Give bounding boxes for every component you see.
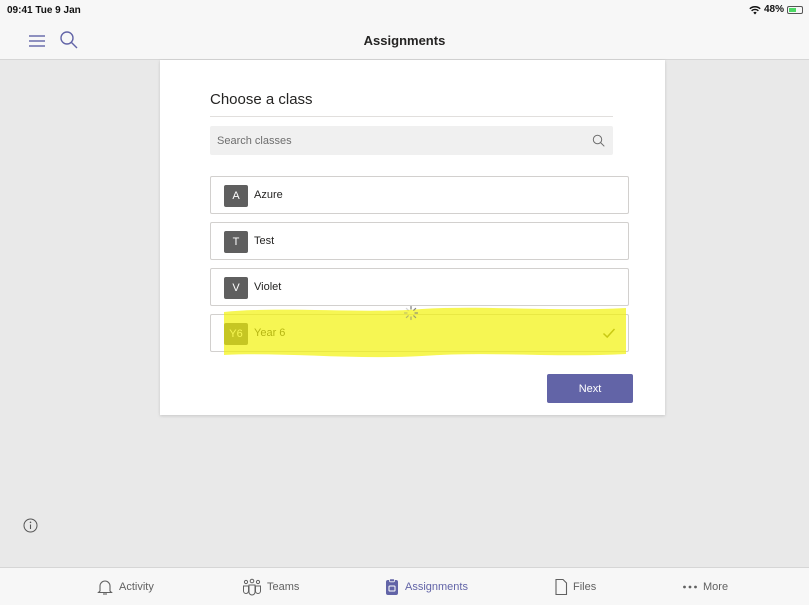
class-name: Azure — [254, 189, 283, 201]
next-button[interactable]: Next — [547, 374, 633, 403]
status-bar: 09:41 Tue 9 Jan 48% — [0, 0, 809, 22]
class-name: Year 6 — [254, 327, 286, 339]
tab-label: Activity — [119, 581, 154, 593]
tab-assignments[interactable]: Assignments — [384, 578, 468, 596]
class-row-year-6[interactable]: Y6 Year 6 — [210, 314, 629, 352]
class-avatar: Y6 — [224, 323, 248, 345]
class-avatar: A — [224, 185, 248, 207]
status-indicators: 48% — [749, 4, 803, 15]
divider — [210, 116, 613, 117]
tab-activity[interactable]: Activity — [96, 578, 154, 596]
class-avatar: V — [224, 277, 248, 299]
class-row-violet[interactable]: V Violet — [210, 268, 629, 306]
bell-icon — [97, 580, 113, 595]
wifi-icon — [749, 5, 761, 14]
search-classes-input[interactable] — [210, 126, 580, 155]
tab-teams[interactable]: Teams — [242, 578, 299, 596]
nav-bar: Assignments — [0, 22, 809, 60]
tab-more[interactable]: More — [682, 578, 728, 596]
choose-class-dialog: Choose a class A Azure T Test V Violet Y… — [160, 60, 665, 415]
teams-icon — [243, 578, 261, 596]
tab-files[interactable]: Files — [554, 578, 596, 596]
checkmark-icon — [602, 328, 616, 339]
tab-label: Files — [573, 581, 597, 593]
assignments-icon — [386, 578, 398, 595]
more-dots-icon — [683, 585, 697, 589]
status-time: 09:41 Tue 9 Jan — [7, 5, 81, 16]
class-row-test[interactable]: T Test — [210, 222, 629, 260]
class-avatar: T — [224, 231, 248, 253]
class-name: Violet — [254, 281, 282, 293]
search-icon[interactable] — [592, 134, 605, 147]
info-icon[interactable] — [23, 518, 38, 533]
class-row-azure[interactable]: A Azure — [210, 176, 629, 214]
dialog-title: Choose a class — [210, 91, 313, 108]
class-search-box — [210, 126, 613, 155]
class-name: Test — [254, 235, 275, 247]
tab-label: Assignments — [405, 581, 468, 593]
tab-label: Teams — [267, 581, 300, 593]
battery-percent: 48% — [763, 4, 784, 15]
page-title: Assignments — [363, 33, 446, 48]
tab-label: More — [703, 581, 729, 593]
loading-spinner-icon — [403, 305, 419, 321]
tab-bar: Activity Teams Assignments Files More — [0, 567, 809, 605]
battery-icon — [787, 5, 803, 14]
file-icon — [555, 578, 568, 596]
